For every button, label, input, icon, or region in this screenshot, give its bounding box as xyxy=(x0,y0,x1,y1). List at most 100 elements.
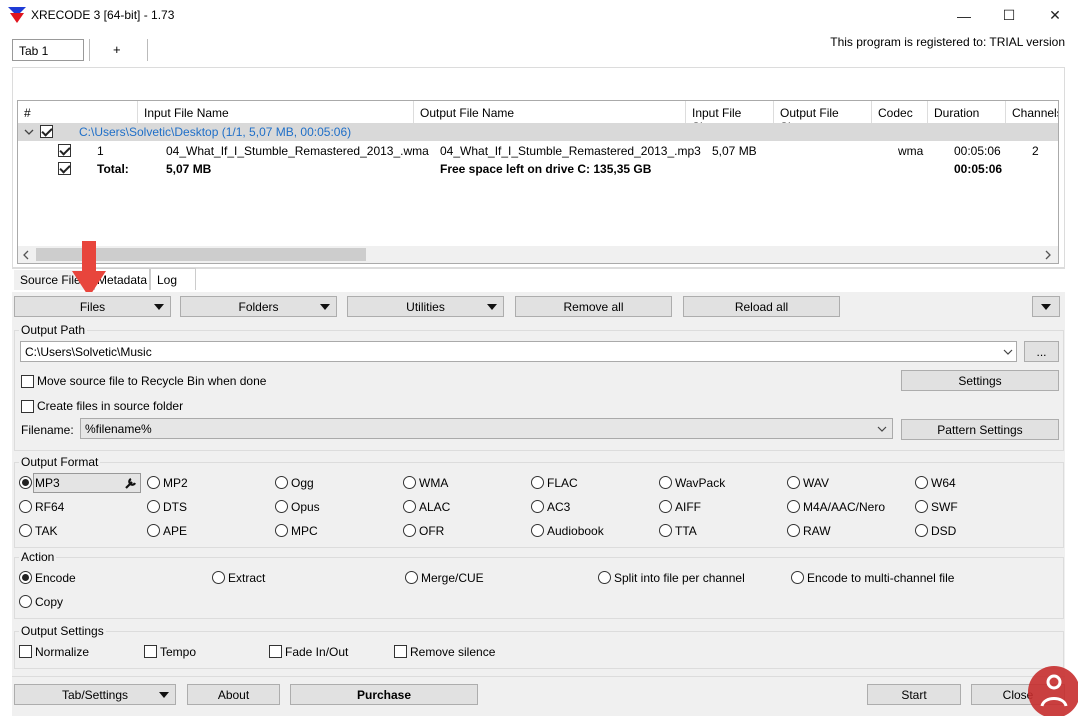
radio-format-wavpack[interactable] xyxy=(659,476,672,489)
radio-format-aiff[interactable] xyxy=(659,500,672,513)
radio-format-mp2[interactable] xyxy=(147,476,160,489)
chevron-down-icon[interactable] xyxy=(877,425,887,433)
reload-all-button[interactable]: Reload all xyxy=(683,296,840,317)
column-header-output-size[interactable]: Output File Size xyxy=(774,101,872,134)
radio-format-tak[interactable] xyxy=(19,524,32,537)
radio-multi-channel[interactable] xyxy=(791,571,804,584)
radio-format-dsd[interactable] xyxy=(915,524,928,537)
radio-format-m4a-aac-nero[interactable] xyxy=(787,500,800,513)
radio-format-wma[interactable] xyxy=(403,476,416,489)
collapse-chevron-icon[interactable] xyxy=(24,127,34,137)
column-header-output-file[interactable]: Output File Name xyxy=(414,101,686,125)
label-format-opus: Opus xyxy=(291,500,320,514)
radio-format-audiobook[interactable] xyxy=(531,524,544,537)
dropdown-arrow-icon xyxy=(154,304,164,310)
tempo-checkbox[interactable] xyxy=(144,645,157,658)
folders-button-label: Folders xyxy=(238,299,279,314)
column-header-codec[interactable]: Codec xyxy=(872,101,928,125)
total-checkbox[interactable] xyxy=(58,162,71,175)
filename-pattern-value: %filename% xyxy=(85,422,152,436)
radio-format-ape[interactable] xyxy=(147,524,160,537)
remove-all-label: Remove all xyxy=(563,299,624,314)
radio-format-mpc[interactable] xyxy=(275,524,288,537)
row-channels: 2 xyxy=(1032,144,1039,158)
radio-copy[interactable] xyxy=(19,595,32,608)
folders-button[interactable]: Folders xyxy=(180,296,337,317)
column-header-duration[interactable]: Duration xyxy=(928,101,1006,125)
radio-format-mp3[interactable] xyxy=(19,476,32,489)
label-split-channel: Split into file per channel xyxy=(614,571,745,585)
column-header-number[interactable]: # xyxy=(18,101,138,125)
browse-button[interactable]: ... xyxy=(1024,341,1059,362)
subtab-log[interactable]: Log xyxy=(150,268,196,290)
radio-format-ac3[interactable] xyxy=(531,500,544,513)
chevron-down-icon[interactable] xyxy=(1003,348,1013,356)
radio-format-flac[interactable] xyxy=(531,476,544,489)
tab-1[interactable]: Tab 1 xyxy=(12,39,84,61)
radio-format-alac[interactable] xyxy=(403,500,416,513)
site-watermark-logo xyxy=(1028,666,1078,716)
move-to-recycle-checkbox[interactable] xyxy=(21,375,34,388)
remove-silence-checkbox[interactable] xyxy=(394,645,407,658)
row-number: 1 xyxy=(97,144,104,158)
dropdown-arrow-icon xyxy=(1041,304,1051,310)
tab-settings-button[interactable]: Tab/Settings xyxy=(14,684,176,705)
normalize-checkbox[interactable] xyxy=(19,645,32,658)
column-header-input-size[interactable]: Input File Size xyxy=(686,101,774,134)
radio-encode[interactable] xyxy=(19,571,32,584)
wrench-icon[interactable] xyxy=(124,476,138,490)
xrecode-logo-icon xyxy=(8,7,26,23)
pattern-settings-button[interactable]: Pattern Settings xyxy=(901,419,1059,440)
label-format-ape: APE xyxy=(163,524,188,538)
remove-silence-label: Remove silence xyxy=(410,645,496,659)
radio-format-swf[interactable] xyxy=(915,500,928,513)
add-tab-button[interactable]: + xyxy=(113,42,121,57)
remove-all-button[interactable]: Remove all xyxy=(515,296,672,317)
maximize-button[interactable]: ☐ xyxy=(986,0,1032,31)
file-list[interactable]: # Input File Name Output File Name Input… xyxy=(17,100,1059,264)
fade-checkbox[interactable] xyxy=(269,645,282,658)
radio-format-ogg[interactable] xyxy=(275,476,288,489)
output-path-field[interactable]: C:\Users\Solvetic\Music xyxy=(20,341,1017,362)
radio-format-dts[interactable] xyxy=(147,500,160,513)
label-format-aiff: AIFF xyxy=(675,500,701,514)
label-format-wma: WMA xyxy=(419,476,449,490)
scroll-left-icon[interactable] xyxy=(22,250,30,260)
tab-settings-label: Tab/Settings xyxy=(61,687,129,702)
minimize-button[interactable]: — xyxy=(941,0,987,31)
radio-format-wav[interactable] xyxy=(787,476,800,489)
radio-extract[interactable] xyxy=(212,571,225,584)
utilities-button[interactable]: Utilities xyxy=(347,296,504,317)
radio-merge-cue[interactable] xyxy=(405,571,418,584)
label-format-mpc: MPC xyxy=(291,524,318,538)
label-format-rf64: RF64 xyxy=(35,500,65,514)
label-format-audiobook: Audiobook xyxy=(547,524,604,538)
window-title: XRECODE 3 [64-bit] - 1.73 xyxy=(31,8,175,22)
label-merge-cue: Merge/CUE xyxy=(421,571,484,585)
radio-format-tta[interactable] xyxy=(659,524,672,537)
start-button[interactable]: Start xyxy=(867,684,961,705)
utilities-button-label: Utilities xyxy=(406,299,445,314)
settings-button[interactable]: Settings xyxy=(901,370,1059,391)
create-in-source-checkbox[interactable] xyxy=(21,400,34,413)
scroll-right-icon[interactable] xyxy=(1044,250,1052,260)
row-duration: 00:05:06 xyxy=(954,144,1001,158)
files-button-label: Files xyxy=(79,299,106,314)
column-header-input-file[interactable]: Input File Name xyxy=(138,101,414,125)
file-checkbox[interactable] xyxy=(58,144,71,157)
radio-format-raw[interactable] xyxy=(787,524,800,537)
radio-format-opus[interactable] xyxy=(275,500,288,513)
radio-format-ofr[interactable] xyxy=(403,524,416,537)
radio-format-rf64[interactable] xyxy=(19,500,32,513)
toolbar-menu-button[interactable] xyxy=(1032,296,1060,317)
purchase-button[interactable]: Purchase xyxy=(290,684,478,705)
group-checkbox[interactable] xyxy=(40,125,53,138)
filename-pattern-field[interactable]: %filename% xyxy=(80,418,893,439)
radio-split-channel[interactable] xyxy=(598,571,611,584)
column-header-channels[interactable]: Channels xyxy=(1006,101,1058,125)
radio-format-w64[interactable] xyxy=(915,476,928,489)
about-button[interactable]: About xyxy=(187,684,280,705)
output-format-title: Output Format xyxy=(19,455,101,469)
close-window-button[interactable]: ✕ xyxy=(1032,0,1078,31)
files-button[interactable]: Files xyxy=(14,296,171,317)
